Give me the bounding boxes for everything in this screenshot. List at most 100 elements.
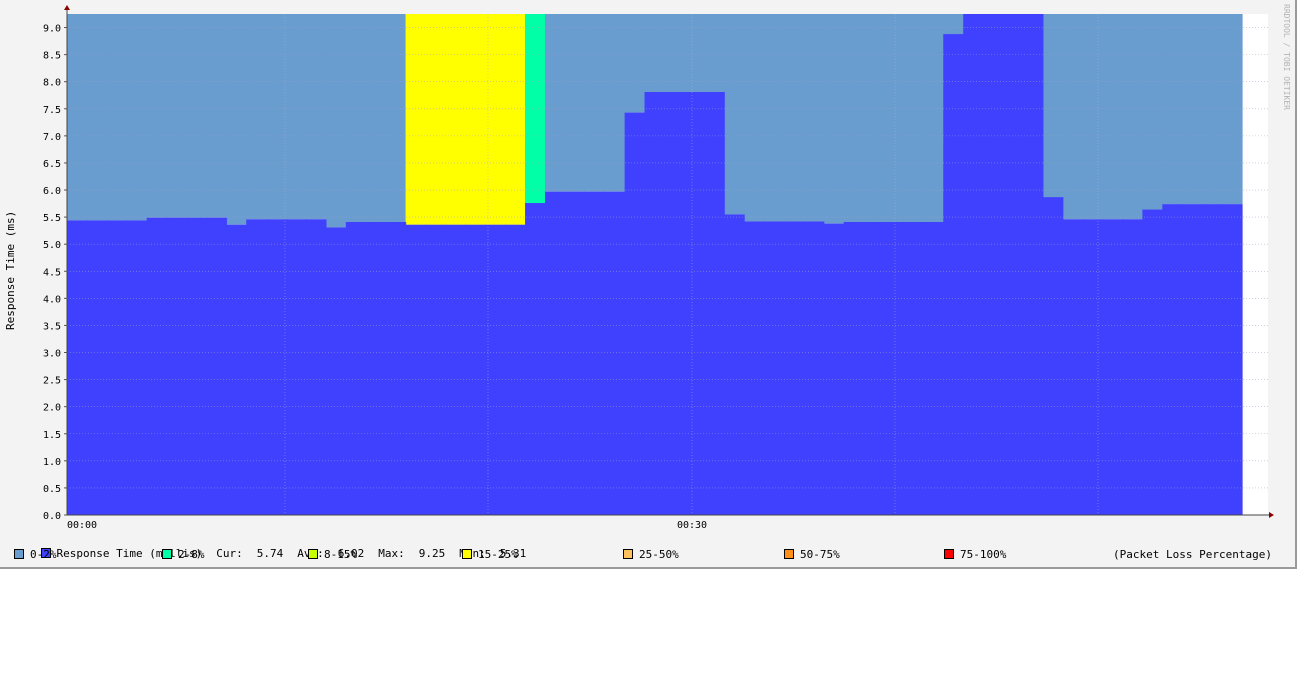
stats-legend-row: Response Time (millis)Cur:5.74Avg:6.02Ma… — [14, 534, 526, 560]
response-time-bar — [664, 91, 685, 516]
loss-label-4: 25-50% — [639, 548, 679, 561]
response-time-bar — [266, 219, 287, 515]
packet-loss-band — [365, 14, 387, 222]
response-time-bar — [286, 219, 307, 515]
response-time-bar — [624, 112, 646, 515]
packet-loss-band — [246, 14, 267, 220]
loss-label-3: 15-25% — [478, 548, 518, 561]
packet-loss-band — [67, 14, 88, 221]
packet-loss-band — [385, 14, 407, 222]
y-tick-label: 2.0 — [43, 403, 61, 414]
loss-legend-item: 2-8% — [162, 548, 205, 561]
response-time-bar — [206, 217, 227, 515]
response-time-bar — [903, 221, 924, 516]
loss-legend-item: 75-100% — [944, 548, 1006, 561]
packet-loss-band — [624, 14, 646, 113]
response-time-bar — [1142, 209, 1163, 515]
response-time-bar — [644, 91, 666, 516]
response-time-bar — [883, 221, 905, 516]
response-time-bar — [744, 221, 765, 515]
loss-legend-item: 50-75% — [784, 548, 840, 561]
loss-legend-note: (Packet Loss Percentage) — [1113, 548, 1272, 561]
y-tick-label: 4.0 — [43, 294, 61, 305]
x-tick-label: 00:00 — [67, 520, 97, 531]
y-tick-label: 6.5 — [43, 159, 61, 170]
response-time-bar — [1062, 219, 1084, 515]
loss-swatch-2 — [308, 549, 318, 559]
packet-loss-band — [325, 14, 347, 228]
response-time-bar — [823, 223, 845, 516]
y-tick-label: 7.0 — [43, 132, 61, 143]
loss-swatch-3 — [462, 549, 472, 559]
response-time-bar — [226, 224, 247, 515]
packet-loss-band — [584, 14, 606, 192]
loss-legend-item: 15-25% — [462, 548, 518, 561]
response-time-bar — [186, 217, 208, 515]
response-time-bar — [1022, 14, 1044, 515]
response-time-bar — [923, 221, 944, 516]
packet-loss-band — [1062, 14, 1084, 220]
response-time-bar — [305, 219, 327, 515]
response-time-chart: 0.0 0.5 1.0 1.5 2.0 2.5 3.0 3.5 4.0 4.5 5.0 5.5 6.0 6… — [43, 5, 1274, 531]
response-time-bar — [764, 221, 785, 515]
response-time-bar — [365, 221, 387, 516]
y-tick-label: 3.5 — [43, 321, 61, 332]
response-time-bar — [704, 91, 725, 516]
loss-label-1: 2-8% — [178, 548, 205, 561]
response-time-bar — [106, 220, 128, 516]
y-tick-label: 0.5 — [43, 484, 61, 495]
packet-loss-band — [465, 14, 486, 225]
loss-label-2: 8-15% — [324, 548, 358, 561]
packet-loss-band — [923, 14, 944, 222]
packet-loss-band — [664, 14, 685, 92]
packet-loss-band — [843, 14, 865, 222]
y-tick-label: 9.0 — [43, 24, 61, 35]
response-time-bar — [1122, 219, 1144, 515]
packet-loss-band — [305, 14, 327, 220]
response-time-bar — [943, 34, 964, 515]
y-tick-label: 3.0 — [43, 349, 61, 360]
y-tick-label: 6.0 — [43, 186, 61, 197]
packet-loss-band — [644, 14, 666, 92]
response-time-bar — [1182, 204, 1203, 516]
chart-panel: 0.0 0.5 1.0 1.5 2.0 2.5 3.0 3.5 4.0 4.5 5.0 5.5 6.0 6… — [0, 0, 1297, 569]
y-tick-label: 1.5 — [43, 430, 61, 441]
x-tick-label: 00:30 — [677, 520, 707, 531]
loss-swatch-5 — [784, 549, 794, 559]
packet-loss-band — [903, 14, 924, 222]
response-time-bar — [1082, 219, 1104, 515]
packet-loss-band — [425, 14, 446, 225]
loss-legend-item: 8-15% — [308, 548, 357, 561]
response-time-bar — [584, 191, 606, 515]
response-time-bar — [146, 217, 168, 515]
packet-loss-band — [445, 14, 466, 225]
response-time-bar — [963, 14, 984, 515]
response-time-bar — [525, 203, 546, 515]
response-time-bar — [425, 224, 446, 515]
response-time-bar — [564, 191, 586, 515]
response-time-bar — [485, 224, 506, 515]
packet-loss-band — [863, 14, 885, 222]
packet-loss-band — [883, 14, 905, 222]
response-time-bar — [465, 224, 486, 515]
packet-loss-band — [564, 14, 586, 192]
response-time-bar — [1202, 204, 1223, 516]
packet-loss-band — [206, 14, 227, 218]
response-time-bar — [126, 220, 148, 516]
packet-loss-band — [226, 14, 247, 225]
packet-loss-band — [266, 14, 287, 220]
y-tick-label: 8.5 — [43, 51, 61, 62]
y-tick-label: 4.5 — [43, 267, 61, 278]
packet-loss-band — [704, 14, 725, 92]
loss-label-0: 0-2% — [30, 548, 57, 561]
y-tick-label: 0.0 — [43, 511, 61, 522]
loss-swatch-4 — [623, 549, 633, 559]
packet-loss-band — [943, 14, 964, 35]
y-tick-label: 5.0 — [43, 240, 61, 251]
y-axis-arrow — [64, 5, 70, 10]
response-time-bar — [983, 14, 1004, 515]
y-axis-label: Response Time (ms) — [4, 210, 17, 330]
response-time-bar — [863, 221, 885, 516]
packet-loss-band — [544, 14, 566, 192]
packet-loss-band — [166, 14, 188, 218]
